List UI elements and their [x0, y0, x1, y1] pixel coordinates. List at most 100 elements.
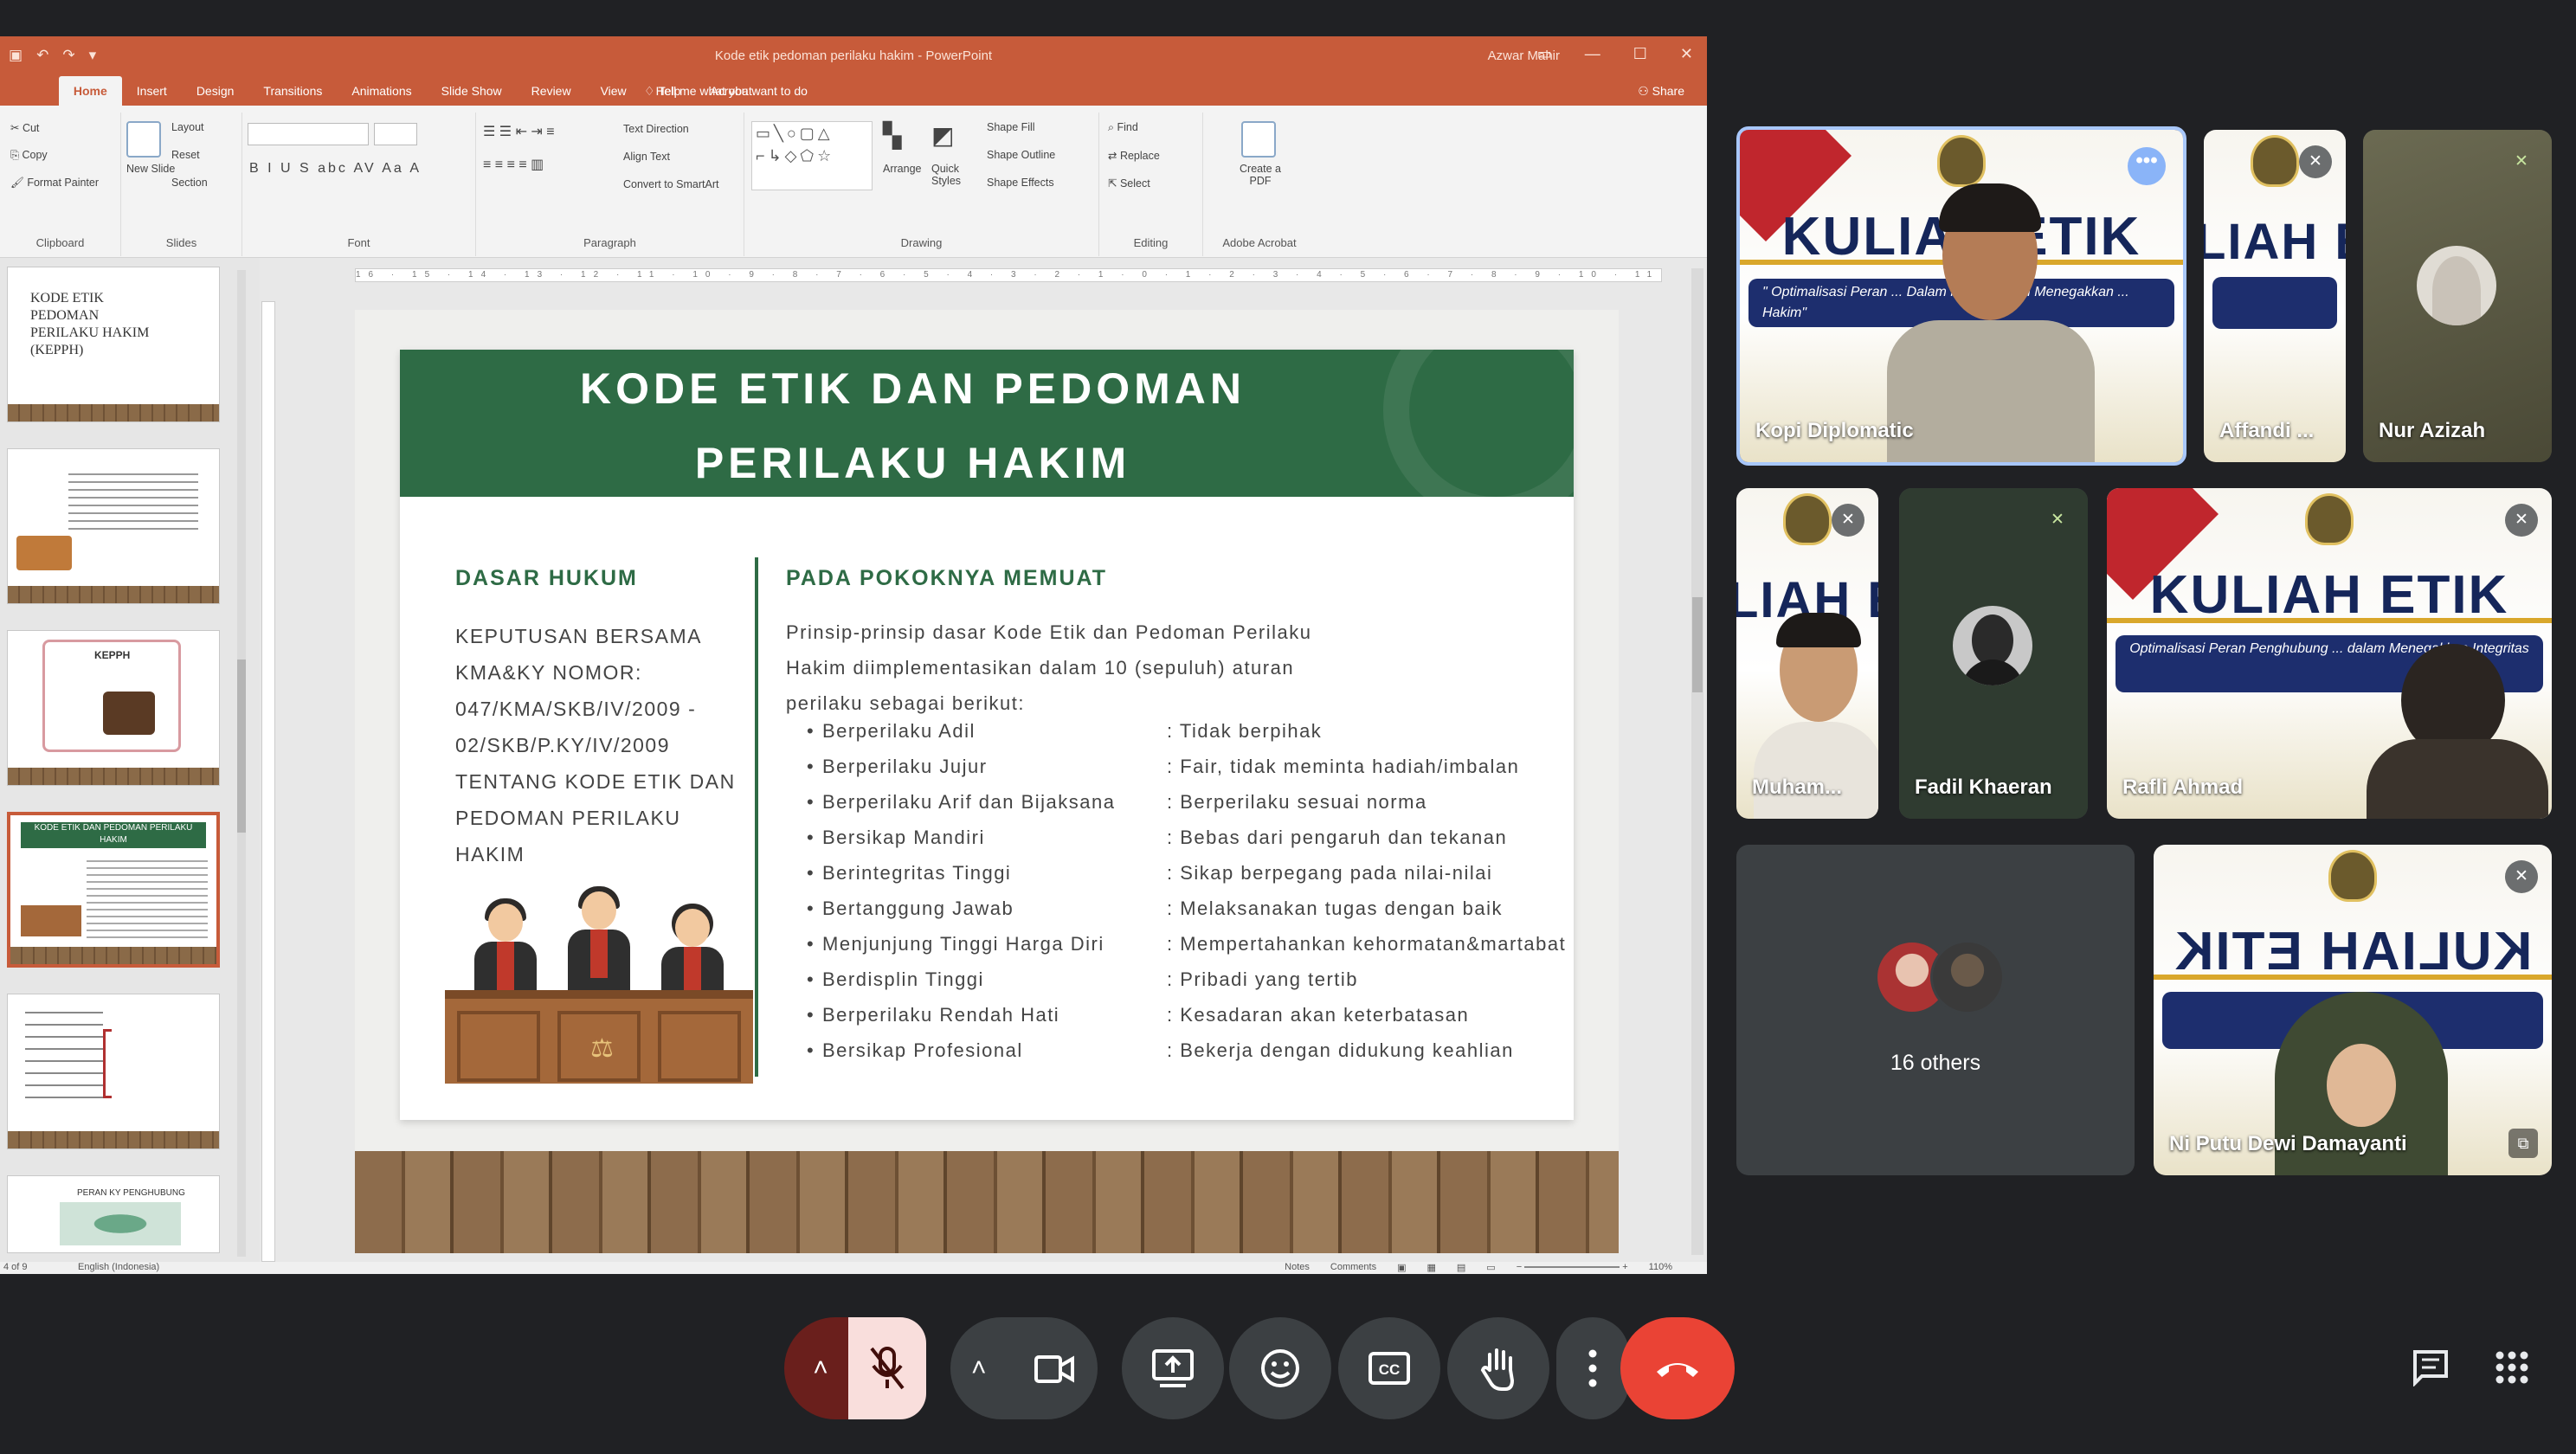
bullet-icon: • — [807, 933, 815, 955]
arrange-button[interactable]: Arrange — [883, 163, 921, 175]
current-slide[interactable]: KODE ETIK DAN PEDOMAN PERILAKU HAKIM DAS… — [355, 310, 1619, 1253]
cut-button[interactable]: ✂ Cut — [10, 121, 39, 134]
close-icon[interactable]: ✕ — [1680, 45, 1693, 63]
more-options-button[interactable] — [1556, 1317, 1629, 1419]
language-indicator[interactable]: English (Indonesia) — [78, 1262, 159, 1272]
left-body: KEPUTUSAN BERSAMA KMA&KY NOMOR: 047/KMA/… — [455, 625, 736, 865]
drawing-group: ▭╲○▢△ ⌐↳◇⬠☆ ▚ Arrange ◩ Quick Styles Shap… — [744, 113, 1099, 256]
tab-design[interactable]: Design — [182, 76, 249, 106]
notes-button[interactable]: Notes — [1285, 1262, 1310, 1273]
tab-view[interactable]: View — [586, 76, 641, 106]
minimize-icon[interactable]: — — [1585, 45, 1600, 63]
tab-animations[interactable]: Animations — [337, 76, 426, 106]
layout-button[interactable]: Layout — [171, 121, 204, 133]
editor-scrollbar[interactable] — [1691, 268, 1703, 1255]
slide-thumbnail-1[interactable]: KODE ETIK PEDOMAN PERILAKU HAKIM (KEPPH) — [7, 267, 220, 422]
normal-view-icon[interactable]: ▣ — [1397, 1262, 1406, 1273]
font-name-box[interactable] — [248, 123, 369, 145]
arrange-icon[interactable]: ▚ — [883, 121, 902, 150]
align-buttons[interactable]: ≡ ≡ ≡ ≡ ▥ — [483, 156, 544, 173]
font-size-box[interactable] — [374, 123, 417, 145]
slide-thumbnail-6[interactable]: PERAN KY PENGHUBUNG — [7, 1175, 220, 1253]
bullet-icon: • — [807, 1004, 815, 1026]
reactions-button[interactable] — [1229, 1317, 1331, 1419]
shape-outline-button[interactable]: Shape Outline — [987, 149, 1055, 161]
pin-icon[interactable]: ⧉ — [2508, 1129, 2538, 1158]
chevron-up-icon: ˄ — [813, 1354, 828, 1382]
shape-effects-button[interactable]: Shape Effects — [987, 177, 1054, 189]
shapes-gallery[interactable]: ▭╲○▢△ ⌐↳◇⬠☆ — [751, 121, 873, 190]
more-options-icon[interactable]: ••• — [2128, 147, 2166, 185]
comments-button[interactable]: Comments — [1330, 1262, 1376, 1273]
slide-content-card: KODE ETIK DAN PEDOMAN PERILAKU HAKIM DAS… — [400, 350, 1574, 1120]
slide-thumbnail-5[interactable] — [7, 994, 220, 1149]
slide-title-banner: KODE ETIK DAN PEDOMAN PERILAKU HAKIM — [400, 350, 1574, 497]
activities-grid-icon[interactable] — [2486, 1333, 2538, 1402]
zoom-slider[interactable]: − + — [1517, 1262, 1628, 1273]
group-label: Drawing — [900, 236, 943, 249]
person-silhouette — [2367, 644, 2548, 819]
others-count: 16 others — [1890, 1051, 1981, 1075]
participant-tile-muham[interactable]: LIAH ET ✕ Muham... — [1736, 488, 1878, 819]
reading-view-icon[interactable]: ▤ — [1457, 1262, 1465, 1273]
smartart-button[interactable]: Convert to SmartArt — [623, 178, 718, 190]
slideshow-icon[interactable]: ▭ — [1486, 1262, 1495, 1273]
section-button[interactable]: Section — [171, 177, 208, 189]
format-painter-button[interactable]: 🖌 Format Painter — [10, 177, 99, 190]
svg-text:CC: CC — [1379, 1361, 1401, 1378]
participant-name: Muham... — [1752, 775, 1843, 799]
zoom-level[interactable]: 110% — [1649, 1262, 1672, 1273]
tab-home[interactable]: Home — [58, 76, 122, 106]
camera-toggle-button[interactable]: ˄ — [950, 1317, 1098, 1419]
slide-thumbnail-2[interactable] — [7, 448, 220, 604]
list-buttons[interactable]: ☰ ☰ ⇤ ⇥ ≡ — [483, 123, 555, 140]
slide-editor: 16 · 15 · 14 · 13 · 12 · 11 · 10 · 9 · 8… — [260, 258, 1707, 1262]
new-slide-icon[interactable] — [126, 121, 161, 158]
participant-tile-fadil-khaeran[interactable]: ✕ Fadil Khaeran — [1899, 488, 2088, 819]
mic-toggle-button[interactable] — [848, 1317, 926, 1419]
participant-tile-affandi[interactable]: LIAH ET ✕ Affandi ... — [2204, 130, 2346, 462]
font-format-buttons[interactable]: B I U S abc AV Aa A — [249, 161, 422, 177]
thumbnails-scrollbar[interactable] — [237, 270, 246, 1257]
replace-button[interactable]: ⇄ Replace — [1108, 149, 1160, 162]
participant-tile-kopi-diplomatic[interactable]: KULIAH ETIK " Optimalisasi Peran ... Dal… — [1736, 126, 2186, 466]
reset-button[interactable]: Reset — [171, 149, 200, 161]
find-button[interactable]: ⌕ Find — [1108, 121, 1138, 134]
maximize-icon[interactable]: ☐ — [1633, 45, 1647, 63]
tab-transitions[interactable]: Transitions — [248, 76, 337, 106]
slide-thumbnail-4[interactable]: KODE ETIK DAN PEDOMAN PERILAKU HAKIM — [7, 812, 220, 968]
participant-tile-ni-putu-dewi-damayanti[interactable]: KULIAH ETIK ✕ Ni Putu Dewi Damayanti ⧉ — [2154, 845, 2552, 1175]
pdf-icon[interactable] — [1241, 121, 1276, 158]
text-direction-button[interactable]: Text Direction — [623, 123, 689, 135]
audio-options-button[interactable]: ˄ — [784, 1317, 857, 1419]
slide-thumbnail-3[interactable]: KEPPH — [7, 630, 220, 786]
captions-button[interactable]: CC — [1338, 1317, 1440, 1419]
bullet-icon: • — [807, 897, 815, 919]
new-slide-button[interactable]: New Slide — [126, 163, 175, 175]
slide-sorter-icon[interactable]: ▦ — [1426, 1262, 1435, 1273]
tab-review[interactable]: Review — [517, 76, 586, 106]
chat-icon[interactable] — [2405, 1333, 2457, 1402]
participant-tile-nur-azizah[interactable]: ✕ Nur Azizah — [2363, 130, 2552, 462]
create-pdf-button[interactable]: Create a PDF — [1234, 163, 1286, 187]
select-button[interactable]: ⇱ Select — [1108, 177, 1150, 190]
others-tile[interactable]: 16 others — [1736, 845, 2135, 1175]
align-text-button[interactable]: Align Text — [623, 151, 670, 163]
copy-button[interactable]: ⎘ Copy — [10, 149, 48, 162]
tab-insert[interactable]: Insert — [122, 76, 182, 106]
ribbon-display-icon[interactable]: ▭ — [1537, 45, 1552, 63]
participant-tile-rafli-ahmad[interactable]: KULIAH ETIK Optimalisasi Peran Penghubun… — [2107, 488, 2552, 819]
present-screen-button[interactable] — [1122, 1317, 1224, 1419]
raise-hand-button[interactable] — [1447, 1317, 1549, 1419]
leave-call-button[interactable] — [1620, 1317, 1735, 1419]
rule-item: • Berperilaku Rendah Hati: Kesadaran akan… — [807, 1004, 1470, 1026]
ppt-status-bar: 4 of 9 English (Indonesia) Notes Comment… — [0, 1262, 1707, 1274]
tab-file[interactable] — [26, 76, 59, 106]
mic-off-icon: ✕ — [1832, 504, 1864, 537]
share-button[interactable]: ⚇ Share — [1638, 84, 1684, 99]
quick-styles-button[interactable]: Quick Styles — [931, 163, 975, 187]
tell-me-search[interactable]: ♢ Tell me what you want to do — [644, 84, 808, 99]
tab-slide-show[interactable]: Slide Show — [427, 76, 517, 106]
shape-fill-button[interactable]: Shape Fill — [987, 121, 1035, 133]
quick-styles-icon[interactable]: ◩ — [931, 121, 954, 150]
